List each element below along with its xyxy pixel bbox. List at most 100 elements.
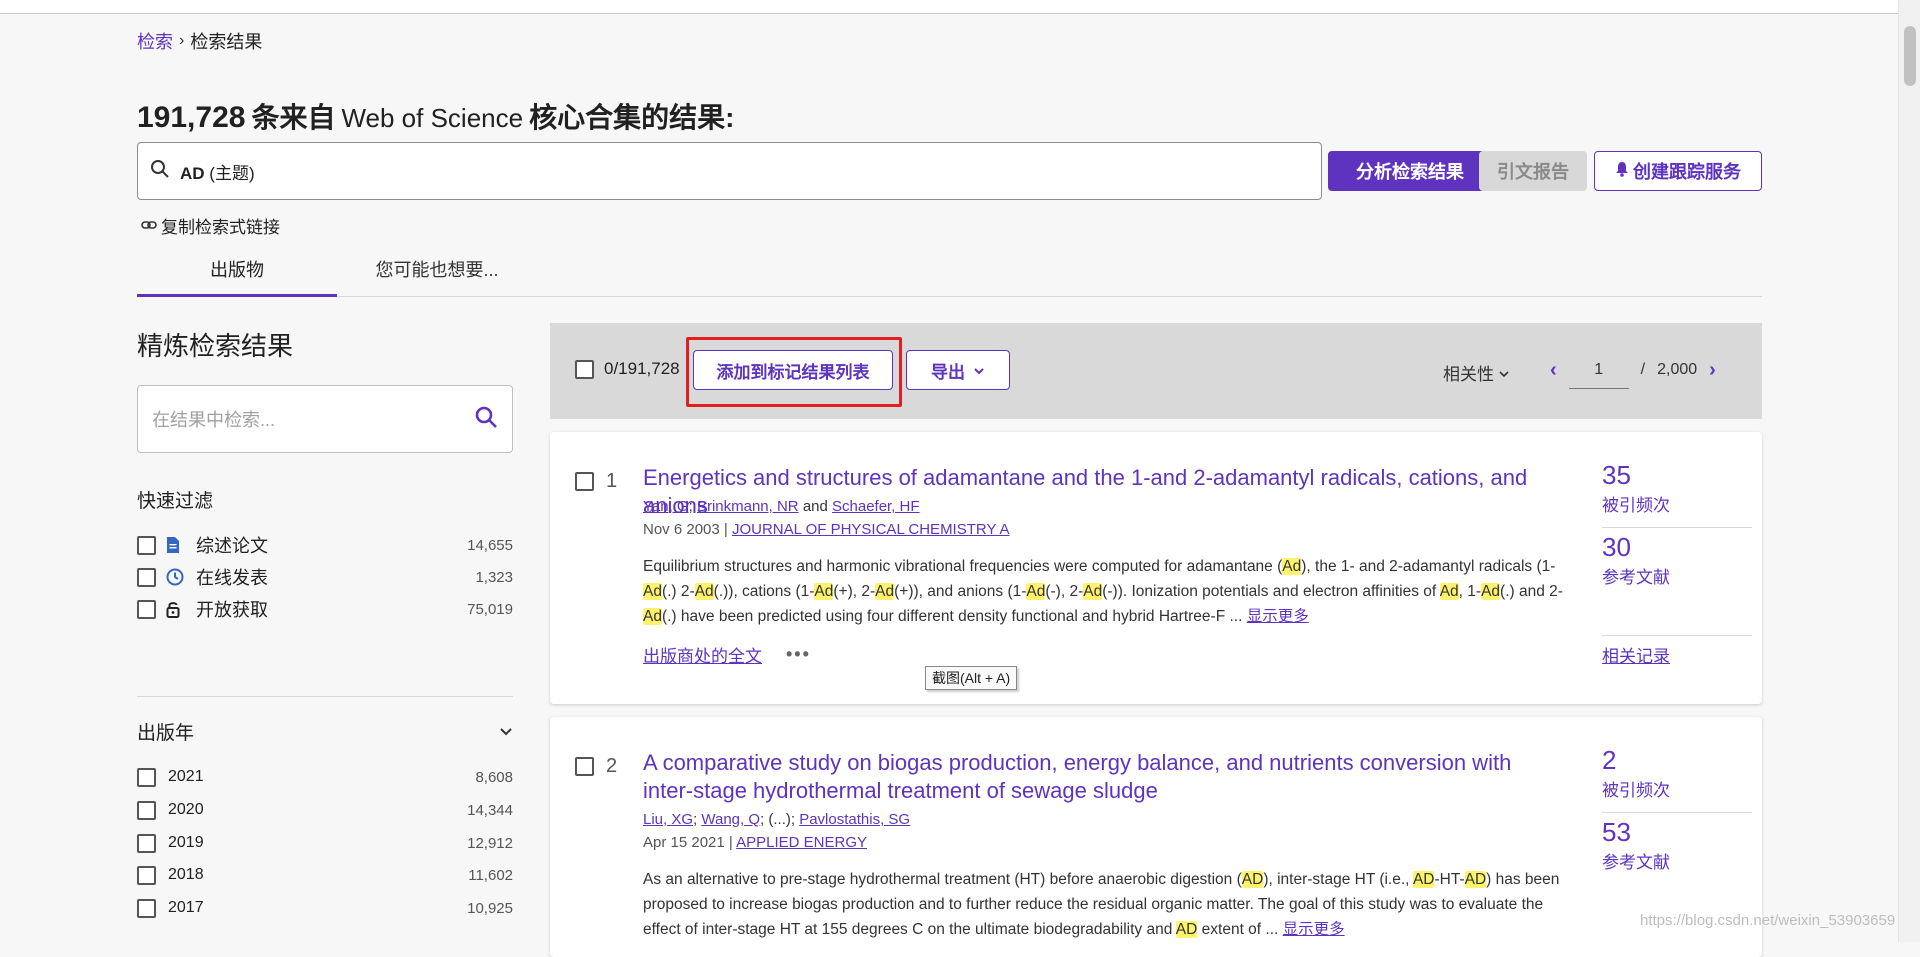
checkbox[interactable] (137, 898, 156, 918)
checkbox[interactable] (137, 599, 156, 619)
page-separator: / (1640, 361, 1646, 378)
citations-metric[interactable]: 35 被引频次 (1602, 460, 1752, 516)
result-date: Apr 15 2021 (643, 834, 725, 851)
author-link[interactable]: Schaefer, HF (832, 498, 920, 515)
lock-icon (166, 600, 188, 618)
chevron-down-icon (973, 360, 985, 380)
create-alert-label: 创建跟踪服务 (1633, 162, 1741, 182)
breadcrumb-current: 检索结果 (190, 32, 263, 52)
author-link[interactable]: Yan, G (643, 498, 689, 515)
watermark: https://blog.csdn.net/weixin_53903659 (1640, 912, 1896, 929)
headline-prefix: 条来自 (251, 102, 336, 133)
result-checkbox[interactable] (575, 472, 594, 491)
breadcrumb-search-link[interactable]: 检索 (137, 28, 173, 54)
database-name: Web of Science (341, 103, 524, 133)
search-query-field: (主题) (209, 163, 255, 183)
tab-you-may-also-like[interactable]: 您可能也想要... (337, 256, 537, 296)
page-number-input[interactable]: 1 (1568, 351, 1629, 389)
year-filter-2021[interactable]: 2021 8,608 (137, 765, 513, 789)
bell-icon (1615, 161, 1629, 182)
checkbox[interactable] (137, 800, 156, 820)
year-label: 2020 (168, 801, 204, 818)
checkbox[interactable] (137, 833, 156, 853)
result-meta: Apr 15 2021 | APPLIED ENERGY (643, 834, 868, 851)
sort-label: 相关性 (1443, 365, 1494, 384)
checkbox[interactable] (137, 567, 156, 587)
chevron-down-icon[interactable] (499, 721, 513, 743)
next-page-icon[interactable]: › (1709, 359, 1716, 382)
author-link[interactable]: Brinkmann, NR (697, 498, 799, 515)
result-index: 2 (575, 755, 617, 778)
year-filter-2018[interactable]: 2018 11,602 (137, 863, 513, 887)
select-all[interactable]: 0/191,728 (575, 359, 680, 379)
year-label: 2018 (168, 866, 204, 883)
search-icon[interactable] (474, 405, 498, 434)
quick-filter-review[interactable]: 综述论文 14,655 (137, 532, 513, 558)
quick-filter-count: 75,019 (467, 600, 513, 618)
quick-filter-label: 在线发表 (196, 568, 268, 588)
year-filter-2017[interactable]: 2017 10,925 (137, 896, 513, 920)
author-link[interactable]: Pavlostathis, SG (799, 811, 910, 828)
results-tabs: 出版物 您可能也想要... (137, 250, 1762, 297)
pagination: ‹ 1 / 2,000 › (1550, 351, 1716, 389)
year-filter-2019[interactable]: 2019 12,912 (137, 831, 513, 855)
citation-report-button[interactable]: 引文报告 (1479, 151, 1587, 191)
full-text-link[interactable]: 出版商处的全文 (643, 642, 762, 667)
year-filter-2020[interactable]: 2020 14,344 (137, 798, 513, 822)
refine-search-input[interactable]: 在结果中检索... (137, 385, 513, 453)
result-number: 2 (606, 755, 618, 777)
references-metric[interactable]: 53 参考文献 (1602, 817, 1752, 873)
show-more-link[interactable]: 显示更多 (1247, 608, 1309, 625)
quick-filter-early-access[interactable]: 在线发表 1,323 (137, 564, 513, 590)
author-separator: ; (693, 811, 698, 828)
references-label: 参考文献 (1602, 568, 1670, 587)
select-all-checkbox[interactable] (575, 359, 594, 379)
show-more-link[interactable]: 显示更多 (1283, 921, 1345, 938)
publication-year-title: 出版年 (137, 723, 195, 744)
total-pages: 2,000 (1657, 361, 1698, 378)
journal-link[interactable]: APPLIED ENERGY (736, 834, 867, 851)
metric-divider (1602, 527, 1752, 528)
export-button[interactable]: 导出 (906, 350, 1010, 390)
sort-dropdown[interactable]: 相关性 (1443, 360, 1510, 385)
results-page: 检索 › 检索结果 191,728 条来自 Web of Science 核心合… (137, 0, 1895, 957)
references-count: 53 (1602, 817, 1631, 847)
journal-link[interactable]: JOURNAL OF PHYSICAL CHEMISTRY A (732, 521, 1010, 538)
result-authors: Liu, XG; Wang, Q; (...); Pavlostathis, S… (643, 811, 910, 828)
result-card: 2 A comparative study on biogas producti… (550, 717, 1762, 957)
checkbox[interactable] (137, 535, 156, 555)
author-link[interactable]: Wang, Q (701, 811, 760, 828)
prev-page-icon[interactable]: ‹ (1550, 359, 1557, 382)
refine-title: 精炼检索结果 (137, 331, 294, 361)
year-count: 14,344 (467, 801, 513, 819)
checkbox[interactable] (137, 865, 156, 885)
headline-suffix: 核心合集的结果: (529, 102, 735, 133)
refine-divider (137, 696, 513, 697)
copy-query-link[interactable]: 复制检索式链接 (141, 213, 280, 238)
checkbox[interactable] (137, 767, 156, 787)
link-icon (141, 216, 157, 236)
result-abstract: As an alternative to pre-stage hydrother… (643, 871, 1560, 938)
result-checkbox[interactable] (575, 757, 594, 776)
author-link[interactable]: Liu, XG (643, 811, 693, 828)
citations-metric[interactable]: 2 被引频次 (1602, 745, 1752, 801)
related-records-link[interactable]: 相关记录 (1602, 642, 1670, 667)
scrollbar-thumb[interactable] (1904, 26, 1916, 86)
add-to-marked-list-button[interactable]: 添加到标记结果列表 (693, 350, 893, 390)
page-scrollbar[interactable] (1898, 0, 1920, 942)
publication-year-header[interactable]: 出版年 (137, 718, 513, 745)
quick-filter-open-access[interactable]: 开放获取 75,019 (137, 596, 513, 622)
references-metric[interactable]: 30 参考文献 (1602, 532, 1752, 588)
search-query-box[interactable]: AD (主题) (137, 142, 1322, 200)
result-title[interactable]: A comparative study on biogas production… (643, 749, 1563, 805)
more-options-icon[interactable]: ••• (786, 644, 811, 665)
screenshot-tooltip: 截图(Alt + A) (925, 666, 1018, 690)
references-label: 参考文献 (1602, 853, 1670, 872)
results-headline: 191,728 条来自 Web of Science 核心合集的结果: (137, 96, 734, 136)
tab-publications[interactable]: 出版物 (137, 250, 337, 297)
create-alert-button[interactable]: 创建跟踪服务 (1594, 151, 1762, 191)
metric-divider (1602, 635, 1752, 636)
analyze-results-button[interactable]: 分析检索结果 (1328, 151, 1492, 191)
metric-divider (1602, 812, 1752, 813)
result-card: 1 Energetics and structures of adamantan… (550, 432, 1762, 704)
